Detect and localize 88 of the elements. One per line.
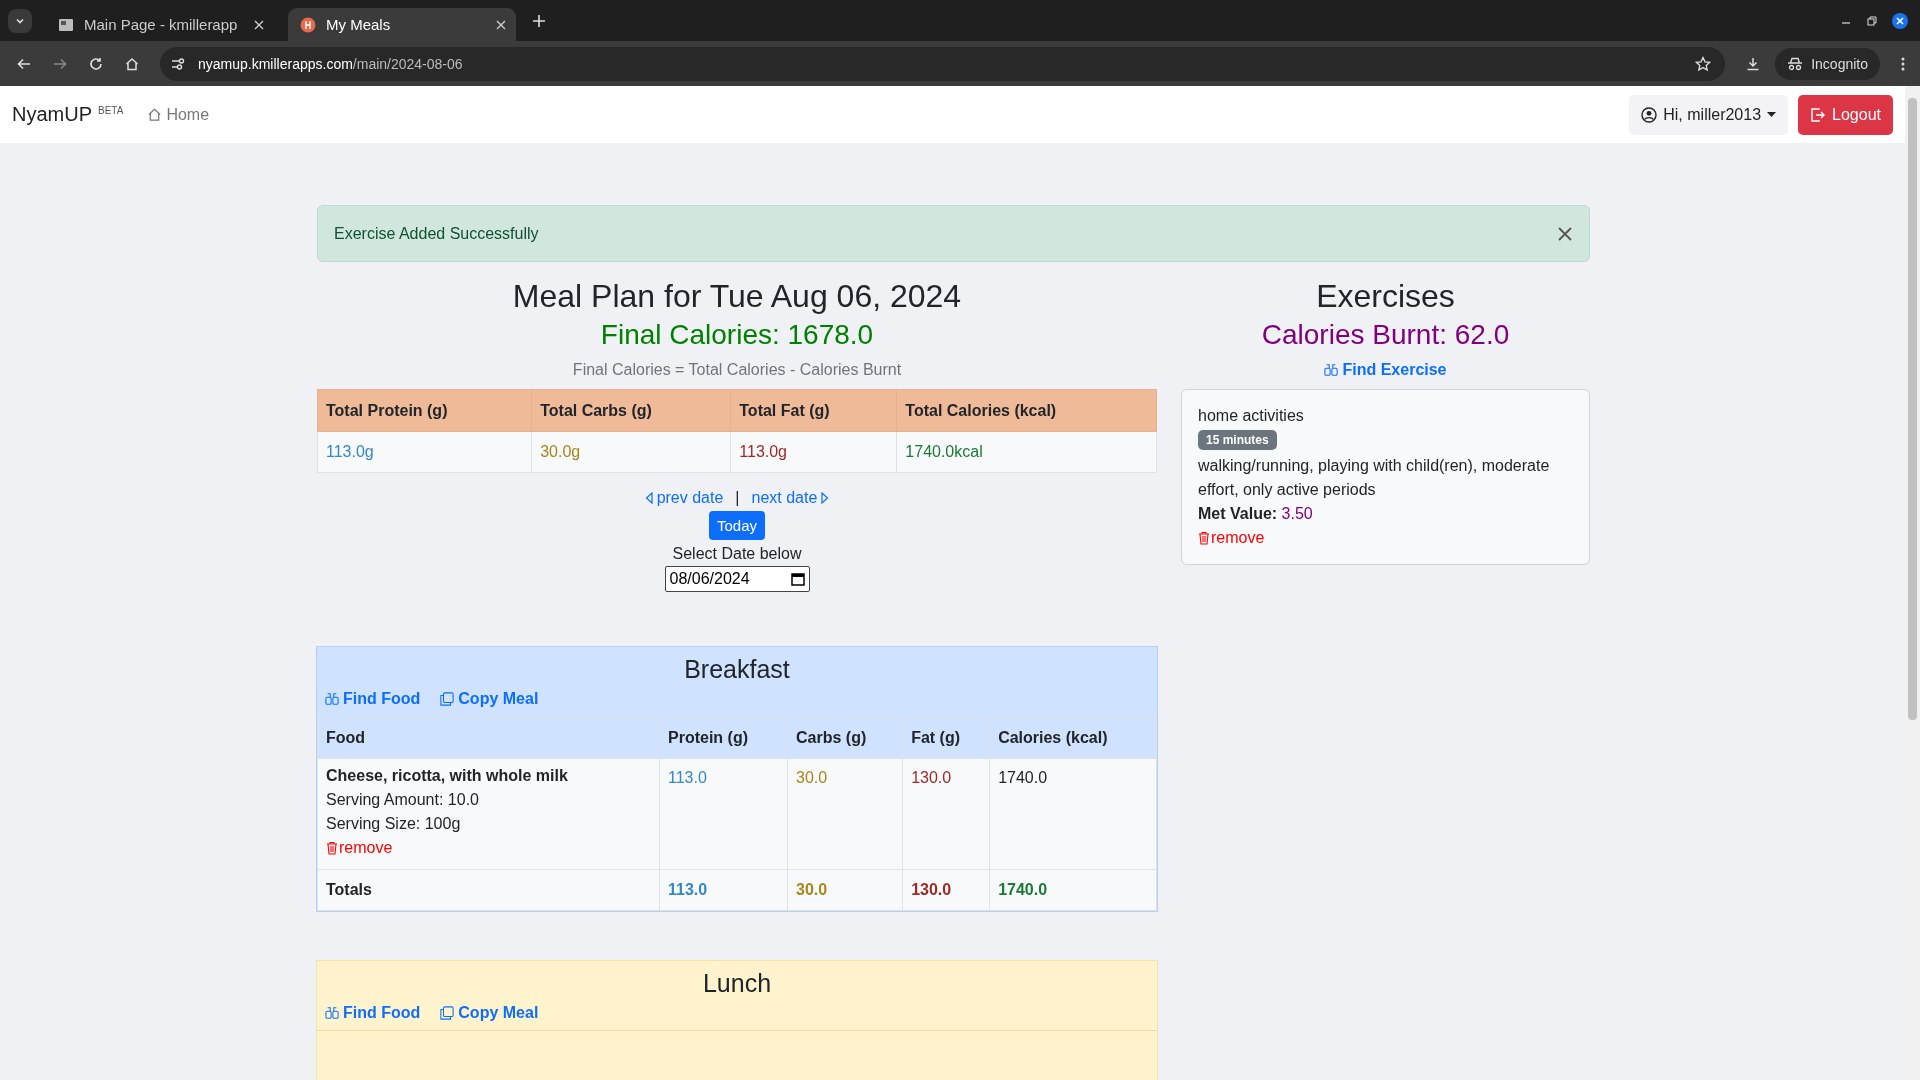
table-cell: 30.0 — [787, 758, 903, 870]
binoculars-icon — [1324, 363, 1339, 377]
find-food-link[interactable]: Find Food — [325, 690, 421, 708]
home-link[interactable]: Home — [147, 105, 210, 124]
met-label: Met Value: — [1198, 505, 1278, 522]
browser-tab[interactable]: My Meals — [288, 8, 516, 41]
logout-icon — [1810, 106, 1827, 123]
next-date-link[interactable]: next date — [751, 489, 830, 507]
table-header: Total Carbs (g) — [531, 389, 731, 432]
serving-size: Serving Size: 100g — [326, 814, 462, 834]
table-cell: 1740.0 — [989, 869, 1157, 911]
table-cell: 113.0 — [659, 758, 788, 870]
trash-icon — [1198, 531, 1210, 545]
remove-link[interactable]: remove — [326, 836, 651, 860]
prev-date-link[interactable]: prev date — [644, 489, 724, 507]
calories-burnt: Calories Burnt: 62.0 — [1261, 319, 1510, 351]
new-tab-icon[interactable] — [532, 13, 546, 28]
table-cell: 130.0 — [902, 758, 990, 870]
home-icon — [147, 107, 163, 122]
table-header: Total Protein (g) — [317, 389, 532, 432]
close-icon[interactable] — [1892, 12, 1908, 29]
table-header: Protein (g) — [659, 716, 788, 759]
table-cell: 113.0g — [730, 431, 897, 473]
meal-title: Breakfast — [683, 655, 791, 684]
duration-badge: 15 minutes — [1198, 430, 1277, 450]
find-exercise-link[interactable]: Find Exercise — [1324, 361, 1447, 379]
calendar-icon[interactable] — [790, 572, 805, 586]
table-cell: 113.0 — [659, 869, 788, 911]
date-label: Select Date below — [672, 545, 802, 563]
copy-icon — [440, 1006, 455, 1020]
beta-label: BETA — [98, 105, 124, 116]
binoculars-icon — [325, 1006, 339, 1020]
reload-icon[interactable] — [88, 55, 104, 72]
browser-tab[interactable]: Main Page - kmillerapp — [46, 8, 274, 41]
alert-message: Exercise Added Successfully — [334, 224, 539, 243]
table-header: Fat (g) — [902, 716, 990, 759]
table-cell: 113.0g — [317, 431, 532, 473]
trash-icon — [326, 841, 338, 855]
copy-meal-link[interactable]: Copy Meal — [440, 690, 539, 708]
scrollbar[interactable] — [1905, 86, 1920, 1080]
brand-logo[interactable]: NyamUP — [12, 103, 92, 126]
final-calories: Final Calories: 1678.0 — [600, 319, 874, 351]
table-header: Total Calories (kcal) — [896, 389, 1157, 432]
met-value: 3.50 — [1281, 505, 1313, 522]
restore-icon[interactable] — [1866, 14, 1878, 27]
table-cell: 1740.0 — [989, 758, 1157, 870]
table-cell: 1740.0kcal — [896, 431, 1157, 473]
tab-list-button[interactable] — [8, 8, 32, 33]
incognito-button[interactable]: Incognito — [1775, 47, 1880, 80]
table-header: Total Fat (g) — [730, 389, 897, 432]
copy-icon — [440, 692, 455, 706]
star-icon[interactable] — [1695, 55, 1712, 72]
table-header: Calories (kcal) — [989, 716, 1157, 759]
table-cell: 30.0g — [531, 431, 731, 473]
copy-meal-link[interactable]: Copy Meal — [440, 1004, 539, 1022]
find-food-link[interactable]: Find Food — [325, 1004, 421, 1022]
totals-label: Totals — [317, 869, 660, 911]
table-cell: 30.0 — [787, 869, 903, 911]
caret-icon — [1767, 111, 1777, 118]
incognito-icon — [1787, 56, 1804, 71]
exercise-description: walking/running, playing with child(ren), moderate effort, only active periods — [1198, 456, 1551, 500]
binoculars-icon — [325, 692, 339, 706]
exercises-title: Exercises — [1316, 278, 1455, 315]
exercise-category: home activities — [1198, 406, 1304, 426]
date-field[interactable]: 08/06/2024 — [664, 566, 810, 592]
separator: | — [735, 489, 740, 507]
user-icon — [1641, 106, 1658, 123]
site-settings-icon[interactable] — [170, 55, 186, 72]
caret-left-icon — [644, 492, 653, 504]
menu-icon[interactable] — [1900, 55, 1906, 72]
caret-right-icon — [821, 492, 830, 504]
page-icon — [58, 16, 74, 33]
download-icon[interactable] — [1745, 55, 1762, 72]
serving-amount: Serving Amount: 10.0 — [326, 790, 480, 810]
table-cell: 130.0 — [902, 869, 990, 911]
meal-plan-title: Meal Plan for Tue Aug 06, 2024 — [512, 278, 962, 315]
home-icon[interactable] — [124, 55, 140, 72]
today-button[interactable]: Today — [709, 511, 765, 540]
calorie-formula: Final Calories = Total Calories - Calories Burnt — [572, 361, 902, 379]
address-field[interactable]: nyamup.kmillerapps.com/main/2024-08-06 — [160, 46, 1726, 81]
food-name: Cheese, ricotta, with whole milk — [326, 766, 569, 786]
app-logo-icon — [300, 16, 316, 33]
remove-link[interactable]: remove — [1198, 526, 1265, 550]
logout-button[interactable]: Logout — [1798, 94, 1893, 135]
table-header: Food — [317, 716, 660, 759]
meal-title: Lunch — [701, 969, 773, 998]
table-header: Carbs (g) — [787, 716, 903, 759]
user-menu-button[interactable]: Hi, miller2013 — [1629, 94, 1789, 135]
